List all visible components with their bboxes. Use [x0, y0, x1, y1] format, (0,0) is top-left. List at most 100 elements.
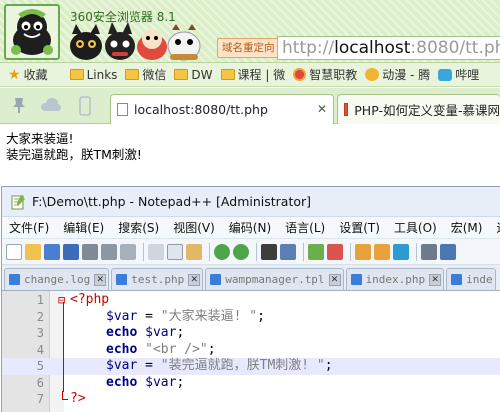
- mooc-favicon-icon: [344, 103, 349, 116]
- npp-titlebar: F:\Demo\tt.php - Notepad++ [Administrato…: [2, 187, 500, 217]
- code-variable: $var: [106, 308, 138, 324]
- menu-edit[interactable]: 编辑(E): [56, 219, 111, 236]
- cloud-icon[interactable]: [40, 96, 62, 114]
- tab-close-icon[interactable]: ✕: [317, 102, 327, 116]
- folder-icon: [69, 69, 84, 80]
- npp-menubar: 文件(F) 编辑(E) 搜索(S) 视图(V) 编码(N) 语言(L) 设置(T…: [2, 217, 500, 239]
- bookmark-label: DW: [191, 67, 213, 82]
- bilibili-icon: [438, 68, 453, 81]
- saved-disk-icon: [116, 274, 128, 285]
- php-open-tag: <?php: [70, 292, 110, 307]
- mobile-icon[interactable]: [78, 96, 92, 116]
- bookmark-links[interactable]: Links: [69, 68, 117, 82]
- code-line: 7 ?>: [2, 391, 500, 408]
- code-semicolon: ;: [176, 325, 185, 340]
- close-file-icon[interactable]: [82, 243, 98, 260]
- bookmark-label: 课程 | 微: [237, 68, 286, 82]
- bookmark-label: 智慧职教: [309, 68, 358, 82]
- smart-edu-icon: [293, 68, 307, 81]
- user-avatar[interactable]: [4, 4, 60, 60]
- find-icon[interactable]: [261, 243, 277, 260]
- domain-redirect-button[interactable]: 域名重定向: [217, 38, 280, 58]
- file-tab-inde[interactable]: inde: [446, 268, 496, 290]
- file-tab-index-php[interactable]: index.php ✕: [345, 268, 445, 290]
- bookmark-anime[interactable]: 动漫 - 腾: [365, 66, 430, 83]
- code-string: "<br />": [137, 341, 208, 357]
- code-variable: $var: [137, 374, 177, 390]
- code-editor[interactable]: 1 ⊟ <?php 2 $var = "大家来装逼! "; 3 echo $va…: [2, 291, 500, 412]
- menu-settings[interactable]: 设置(T): [332, 219, 387, 236]
- print-icon[interactable]: [120, 243, 136, 260]
- browser-tab-active[interactable]: localhost:8080/tt.php ✕: [110, 94, 334, 124]
- npp-toolbar: [2, 239, 500, 265]
- file-tab-label: wampmanager.tpl: [225, 273, 325, 286]
- file-tab-close-icon[interactable]: ✕: [328, 273, 341, 286]
- page-line-1: 大家来装逼!: [6, 131, 74, 146]
- anime-icon: [365, 68, 380, 81]
- sync-vertical-icon[interactable]: [355, 243, 371, 260]
- folder-icon: [220, 69, 235, 80]
- file-tab-close-icon[interactable]: ✕: [188, 273, 201, 286]
- php-close-tag: ?>: [70, 391, 86, 406]
- file-tab-change-log[interactable]: change.log ✕: [4, 268, 110, 290]
- npp-title: F:\Demo\tt.php - Notepad++ [Administrato…: [32, 194, 312, 209]
- menu-encoding[interactable]: 编码(N): [222, 219, 278, 236]
- indent-guide-icon[interactable]: [421, 243, 437, 260]
- copy-icon[interactable]: [167, 243, 183, 260]
- bookmark-label: 收藏: [23, 68, 48, 82]
- menu-file[interactable]: 文件(F): [2, 219, 56, 236]
- url-scheme: http://: [282, 38, 335, 58]
- saved-disk-icon: [451, 274, 463, 285]
- paste-icon[interactable]: [186, 243, 202, 260]
- code-line: 2 $var = "大家来装逼! ";: [2, 309, 500, 326]
- code-line: 1 ⊟ <?php: [2, 292, 500, 309]
- menu-tools[interactable]: 工具(O): [387, 219, 444, 236]
- bookmark-dw[interactable]: DW: [174, 67, 213, 82]
- code-string: "装完逼就跑，朕TM刺激! ": [160, 358, 325, 373]
- zoom-out-icon[interactable]: [327, 243, 343, 260]
- save-icon[interactable]: [44, 243, 60, 260]
- file-tab-test-php[interactable]: test.php ✕: [111, 268, 204, 290]
- bookmark-wechat[interactable]: 微信: [125, 66, 166, 83]
- menu-search[interactable]: 搜索(S): [111, 219, 166, 236]
- cut-icon[interactable]: [148, 243, 164, 260]
- open-file-icon[interactable]: [25, 243, 41, 260]
- file-tab-close-icon[interactable]: ✕: [429, 273, 442, 286]
- code-variable: $var: [137, 325, 177, 340]
- bookmark-smart-edu[interactable]: 智慧职教: [293, 66, 357, 83]
- close-all-icon[interactable]: [101, 243, 117, 260]
- show-all-chars-icon[interactable]: [440, 243, 456, 260]
- line-number: 3: [36, 326, 44, 340]
- menu-language[interactable]: 语言(L): [278, 219, 332, 236]
- line-number: 7: [36, 392, 44, 406]
- line-number: 4: [36, 342, 44, 357]
- undo-icon[interactable]: [214, 243, 230, 260]
- file-tab-wampmanager[interactable]: wampmanager.tpl ✕: [205, 268, 344, 290]
- address-bar[interactable]: http://localhost:8080/tt.php: [277, 36, 500, 60]
- url-host: localhost: [334, 38, 411, 58]
- bookmarks-bar: ★ 收藏 Links 微信 DW 课程 | 微 智慧职教 动漫 - 腾 哔哩: [0, 63, 500, 87]
- zoom-in-icon[interactable]: [308, 243, 324, 260]
- browser-tab-php[interactable]: PHP-如何定义变量-慕课网: [337, 94, 500, 124]
- bookmark-favorites[interactable]: ★ 收藏: [8, 66, 48, 83]
- star-icon: ★: [8, 66, 21, 83]
- bookmark-bilibili[interactable]: 哔哩: [438, 66, 479, 83]
- save-all-icon[interactable]: [63, 243, 79, 260]
- menu-run[interactable]: 运行: [489, 219, 500, 236]
- wrap-icon[interactable]: [393, 243, 409, 260]
- menu-view[interactable]: 视图(V): [166, 219, 222, 236]
- tab-label: localhost:8080/tt.php: [134, 102, 268, 117]
- menu-macro[interactable]: 宏(M): [444, 219, 490, 236]
- code-keyword: echo: [106, 374, 138, 390]
- sync-horizontal-icon[interactable]: [374, 243, 390, 260]
- code-operator: =: [137, 308, 161, 324]
- bookmark-course[interactable]: 课程 | 微: [220, 66, 286, 83]
- replace-icon[interactable]: [280, 243, 296, 260]
- fold-toggle-icon[interactable]: ⊟: [58, 292, 65, 309]
- file-tab-close-icon[interactable]: ✕: [94, 273, 107, 286]
- redo-icon[interactable]: [233, 243, 249, 260]
- url-path: :8080/tt.php: [410, 38, 500, 58]
- new-file-icon[interactable]: [6, 243, 22, 260]
- saved-disk-icon: [350, 274, 362, 285]
- pin-icon[interactable]: [10, 96, 28, 114]
